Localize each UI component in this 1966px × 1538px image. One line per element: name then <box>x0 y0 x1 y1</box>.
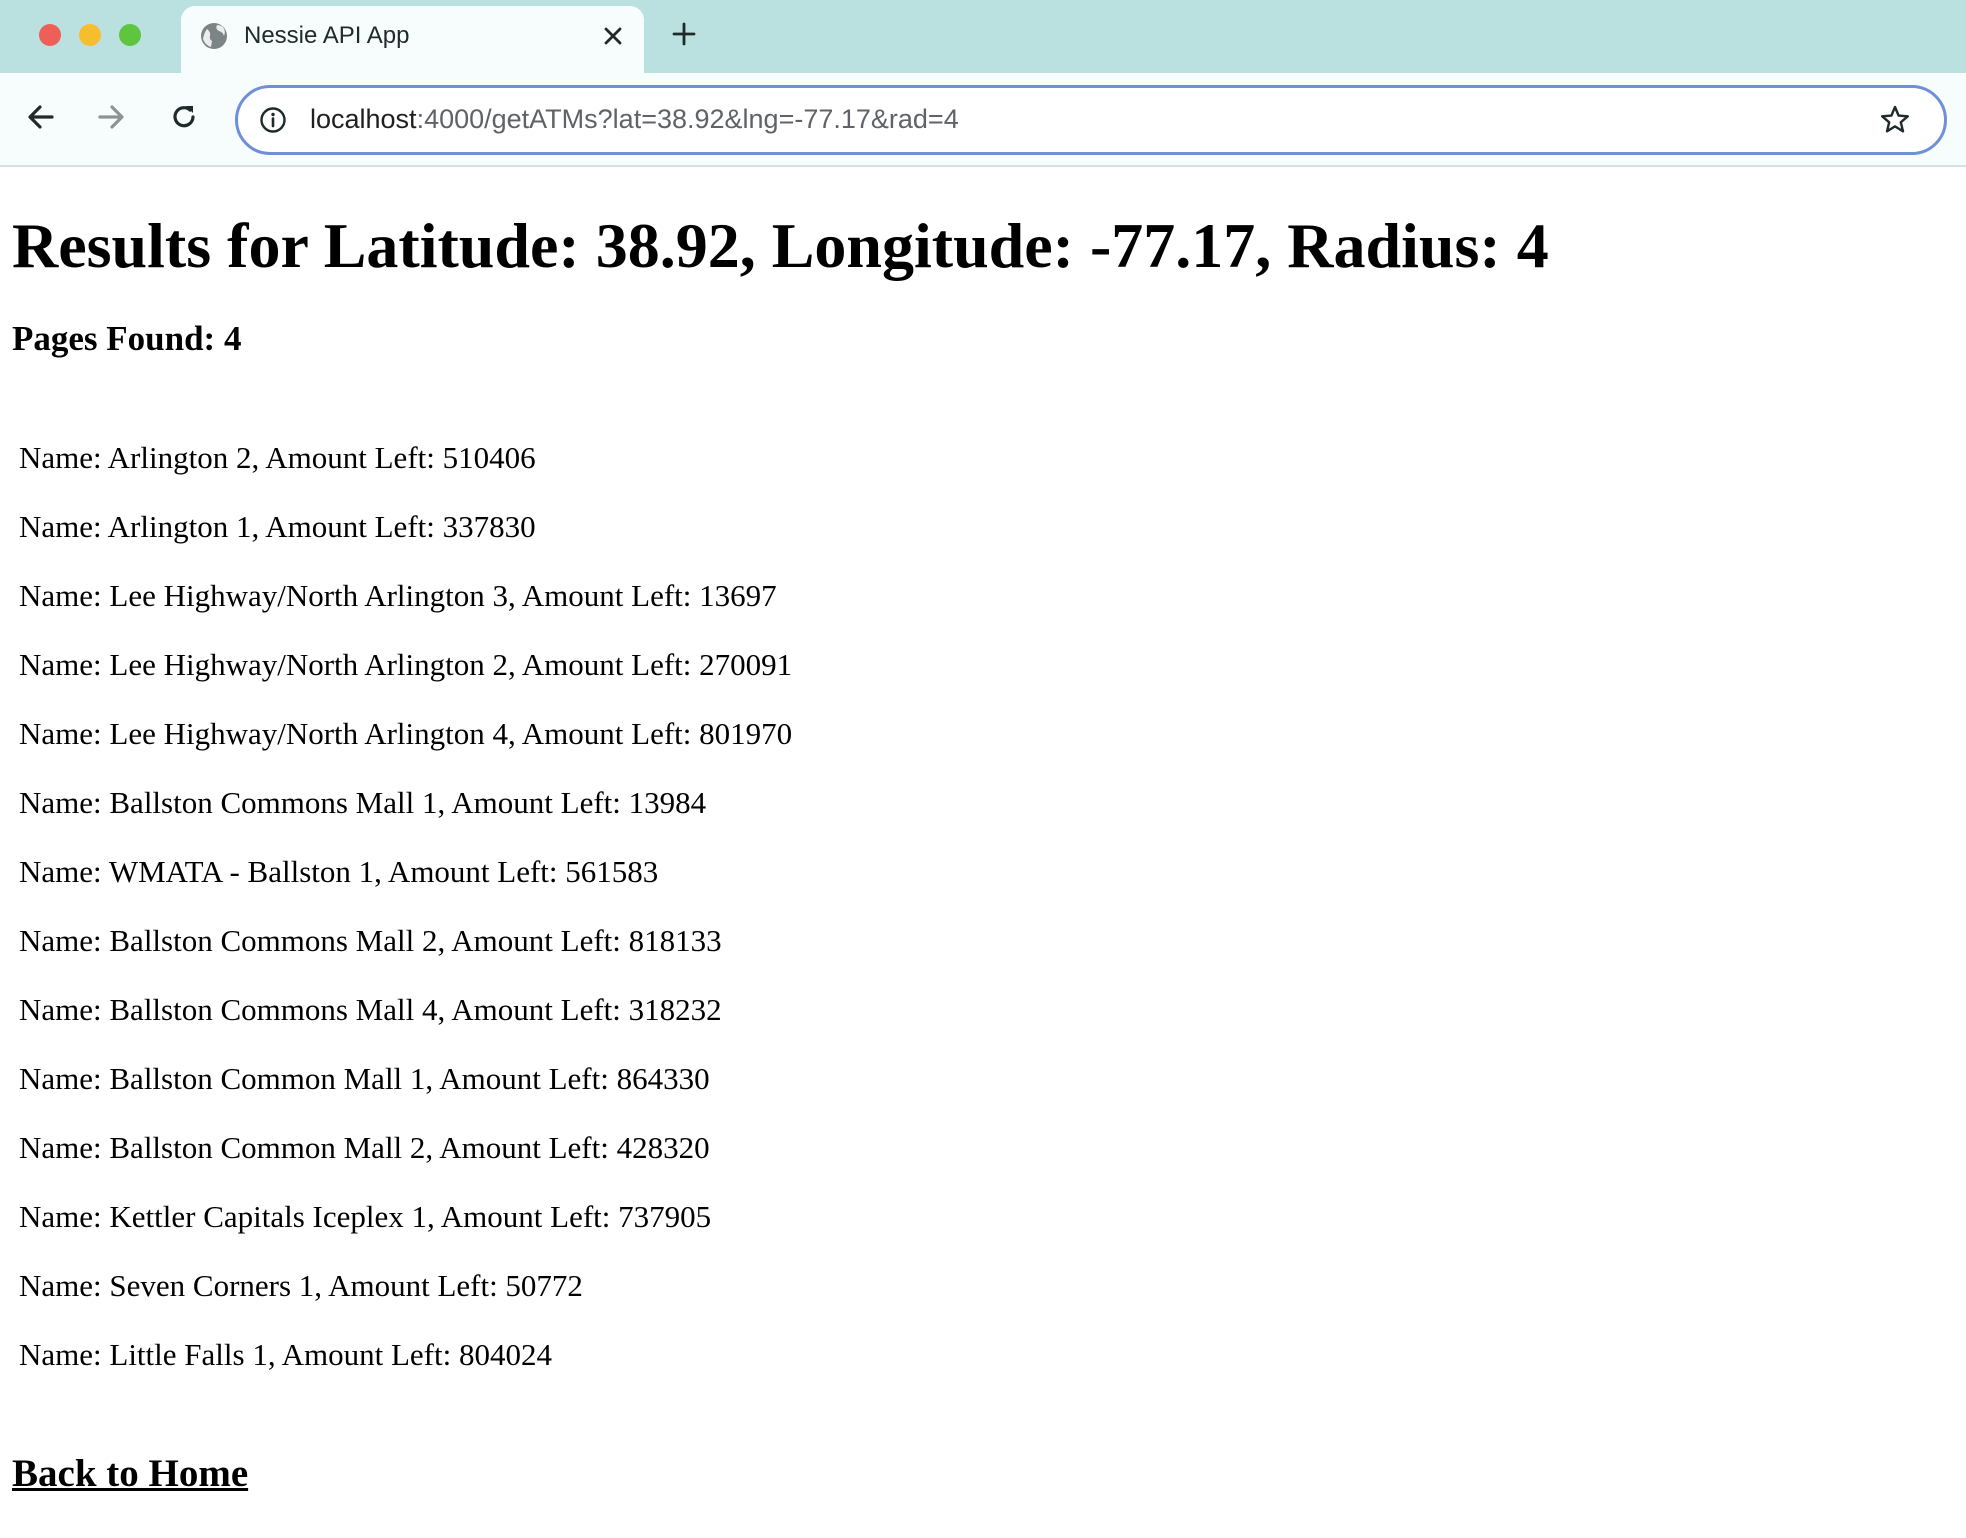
atm-list-item: Name: Arlington 1, Amount Left: 337830 <box>19 509 536 544</box>
url-text[interactable]: localhost:4000/getATMs?lat=38.92&lng=-77… <box>310 104 959 135</box>
info-icon[interactable] <box>258 105 288 135</box>
star-icon[interactable] <box>1878 103 1912 137</box>
url-path: :4000/getATMs?lat=38.92&lng=-77.17&rad=4 <box>416 104 959 134</box>
atm-list-item: Name: Ballston Commons Mall 2, Amount Le… <box>19 923 722 958</box>
tab-strip: Nessie API App <box>0 0 1966 73</box>
browser-toolbar: localhost:4000/getATMs?lat=38.92&lng=-77… <box>0 73 1966 167</box>
page-title: Results for Latitude: 38.92, Longitude: … <box>12 210 1549 281</box>
atm-list: Name: Arlington 2, Amount Left: 510406 N… <box>19 440 792 1406</box>
atm-list-item: Name: Lee Highway/North Arlington 2, Amo… <box>19 647 793 682</box>
reload-icon[interactable] <box>166 99 202 135</box>
atm-list-item: Name: Ballston Commons Mall 4, Amount Le… <box>19 992 722 1027</box>
minimize-window-button[interactable] <box>79 24 101 46</box>
close-window-button[interactable] <box>39 24 61 46</box>
arrow-right-icon[interactable] <box>93 99 129 135</box>
atm-list-item: Name: Seven Corners 1, Amount Left: 5077… <box>19 1268 583 1303</box>
address-bar[interactable]: localhost:4000/getATMs?lat=38.92&lng=-77… <box>235 85 1947 155</box>
url-host: localhost <box>310 104 417 134</box>
atm-list-item: Name: Arlington 2, Amount Left: 510406 <box>19 440 536 475</box>
page-content: Results for Latitude: 38.92, Longitude: … <box>0 169 1966 1538</box>
atm-list-item: Name: Ballston Common Mall 2, Amount Lef… <box>19 1130 710 1165</box>
tab-title: Nessie API App <box>244 22 410 49</box>
atm-list-item: Name: Lee Highway/North Arlington 3, Amo… <box>19 578 777 613</box>
globe-icon <box>201 23 227 49</box>
atm-list-item: Name: Kettler Capitals Iceplex 1, Amount… <box>19 1199 712 1234</box>
browser-tab[interactable]: Nessie API App <box>181 6 644 73</box>
atm-list-item: Name: Ballston Commons Mall 1, Amount Le… <box>19 785 707 820</box>
atm-list-item: Name: Ballston Common Mall 1, Amount Lef… <box>19 1061 710 1096</box>
atm-list-item: Name: WMATA - Ballston 1, Amount Left: 5… <box>19 854 659 889</box>
close-icon[interactable] <box>599 22 627 50</box>
pages-found-label: Pages Found: 4 <box>12 319 242 358</box>
back-to-home-link[interactable]: Back to Home <box>12 1451 248 1496</box>
zoom-window-button[interactable] <box>119 24 141 46</box>
arrow-left-icon[interactable] <box>23 99 59 135</box>
atm-list-item: Name: Little Falls 1, Amount Left: 80402… <box>19 1337 552 1372</box>
atm-list-item: Name: Lee Highway/North Arlington 4, Amo… <box>19 716 793 751</box>
plus-icon[interactable] <box>668 18 700 50</box>
